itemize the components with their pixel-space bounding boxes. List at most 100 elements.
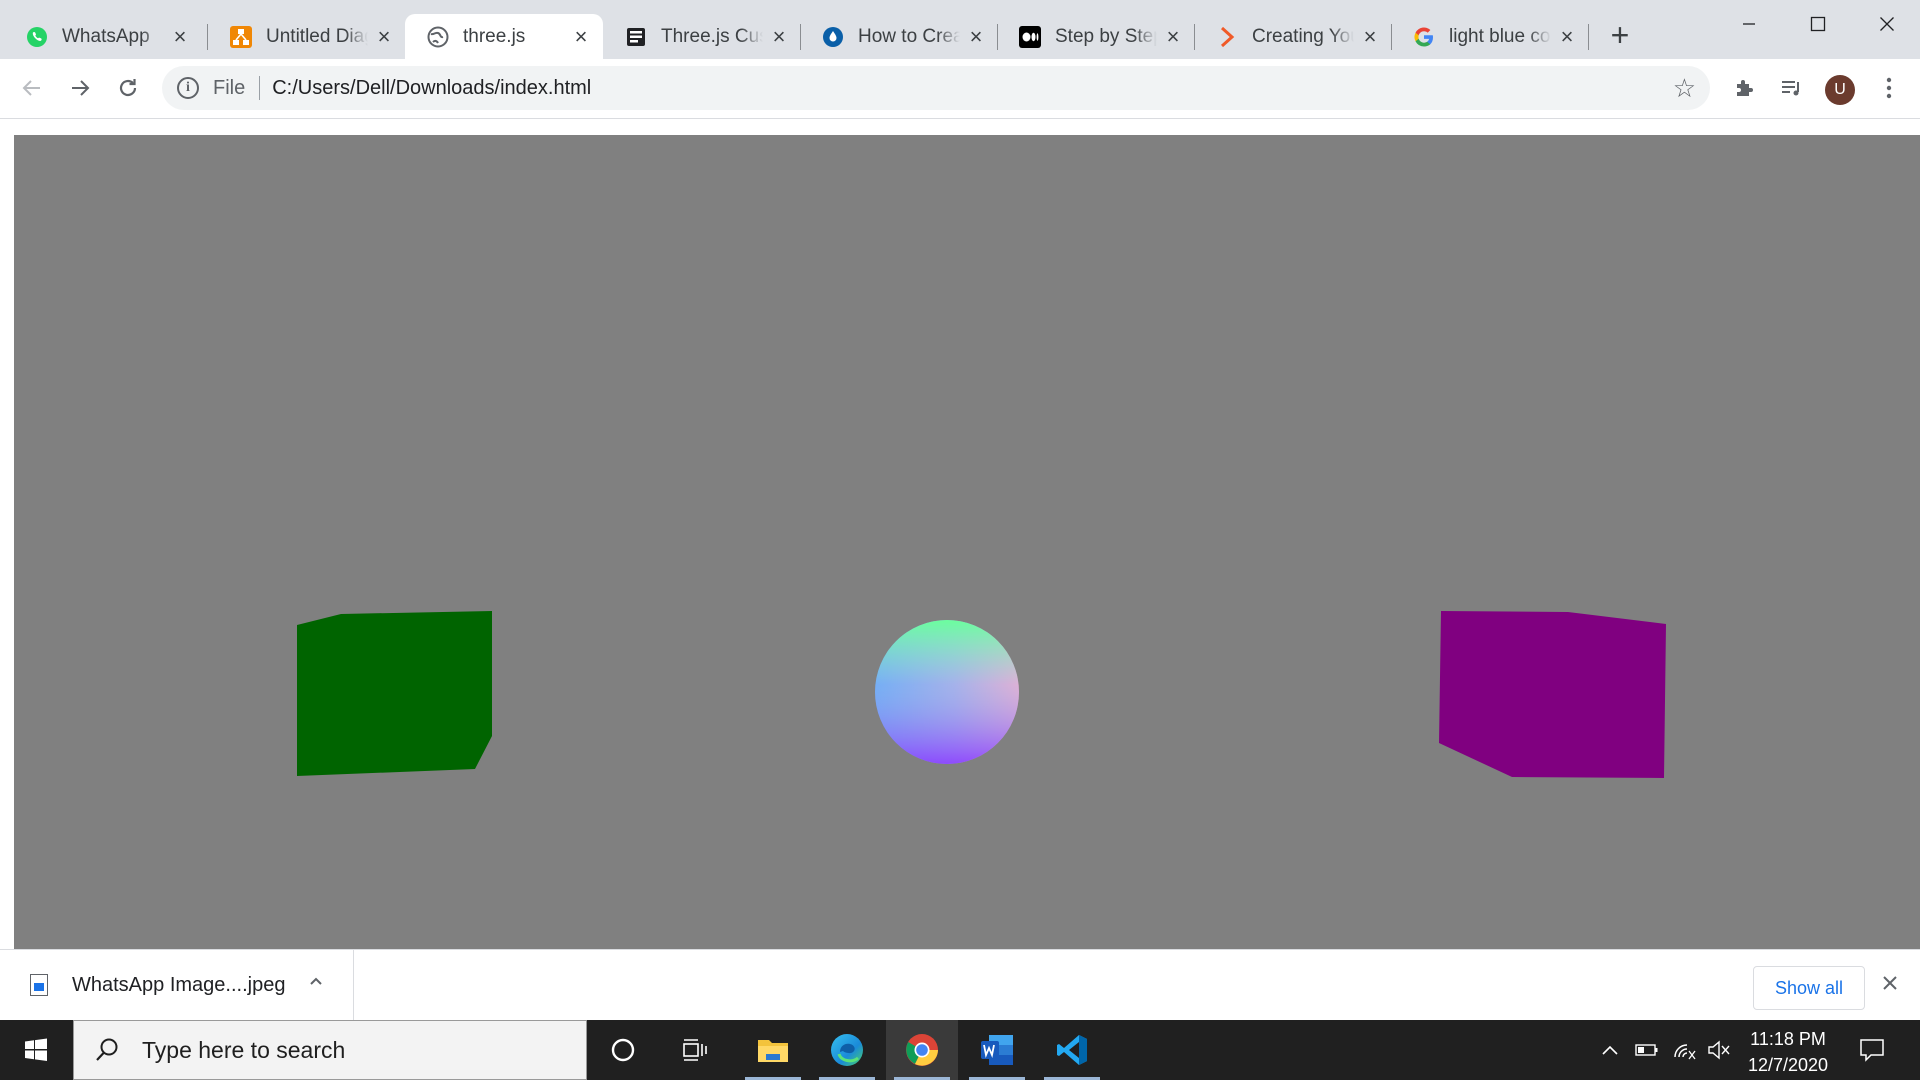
battery-icon xyxy=(1635,1044,1658,1056)
whatsapp-icon xyxy=(26,26,48,48)
avatar[interactable]: U xyxy=(1825,75,1855,105)
close-icon xyxy=(1880,17,1894,31)
file-explorer-app[interactable] xyxy=(737,1020,809,1080)
minimize-button[interactable] xyxy=(1724,4,1774,44)
threejs-canvas[interactable] xyxy=(14,135,1920,949)
tab-close-icon[interactable]: × xyxy=(769,25,789,47)
chevron-up-icon[interactable] xyxy=(308,972,324,995)
chevron-up-icon xyxy=(1602,1045,1618,1055)
info-icon[interactable]: i xyxy=(177,77,199,99)
tab-close-icon[interactable]: × xyxy=(571,25,591,47)
chrome-app[interactable] xyxy=(886,1020,958,1080)
download-shelf: WhatsApp Image....jpeg Show all xyxy=(0,949,1920,1020)
volume-muted-icon xyxy=(1708,1040,1730,1060)
tab-close-icon[interactable]: × xyxy=(170,25,190,47)
network-status[interactable] xyxy=(1670,1020,1700,1080)
tab-close-icon[interactable]: × xyxy=(1360,25,1380,47)
globe-icon xyxy=(427,26,449,48)
search-icon xyxy=(96,1038,118,1061)
show-all-button[interactable]: Show all xyxy=(1753,966,1865,1010)
minimize-icon xyxy=(1743,23,1755,25)
document-icon xyxy=(625,26,647,48)
media-controls-button[interactable] xyxy=(1772,69,1810,107)
tab-step-by-step[interactable]: Step by Step × xyxy=(997,14,1195,59)
tab-threejs-custom[interactable]: Three.js Custom × xyxy=(603,14,801,59)
vscode-icon xyxy=(1057,1035,1087,1065)
url-text[interactable]: C:/Users/Dell/Downloads/index.html xyxy=(272,77,591,100)
taskbar-search-input[interactable]: Type here to search xyxy=(73,1020,587,1080)
tab-title: light blue color xyxy=(1449,25,1551,47)
edge-icon xyxy=(831,1034,863,1066)
task-view-button[interactable] xyxy=(659,1020,731,1080)
back-button[interactable] xyxy=(12,68,52,108)
extensions-button[interactable] xyxy=(1726,69,1764,107)
google-icon xyxy=(1413,26,1435,48)
notification-icon xyxy=(1860,1039,1884,1062)
clock-time: 11:18 PM xyxy=(1750,1029,1826,1049)
word-app[interactable] xyxy=(961,1020,1033,1080)
download-file-name: WhatsApp Image....jpeg xyxy=(72,973,286,996)
medium-icon xyxy=(1019,25,1041,48)
browser-toolbar: i File C:/Users/Dell/Downloads/index.htm… xyxy=(0,59,1920,119)
tab-title: three.js xyxy=(463,25,526,47)
tab-title: Untitled Diagram xyxy=(266,25,368,47)
search-placeholder: Type here to search xyxy=(142,1036,346,1063)
menu-button[interactable] xyxy=(1870,69,1908,107)
download-item[interactable]: WhatsApp Image....jpeg xyxy=(0,950,354,1020)
tab-creating-your[interactable]: Creating Your × xyxy=(1194,14,1392,59)
tab-separator xyxy=(1588,24,1589,50)
kebab-menu-icon xyxy=(1886,77,1892,99)
drawio-icon xyxy=(230,25,252,48)
start-button[interactable] xyxy=(0,1020,72,1080)
image-file-icon xyxy=(30,974,48,996)
tab-threejs[interactable]: three.js × xyxy=(405,14,603,59)
cortana-circle-icon xyxy=(611,1038,635,1062)
puzzle-icon xyxy=(1737,80,1753,96)
close-icon[interactable] xyxy=(1882,972,1898,996)
vscode-app[interactable] xyxy=(1036,1020,1108,1080)
playlist-icon xyxy=(1782,81,1799,96)
tab-whatsapp[interactable]: WhatsApp × xyxy=(4,14,202,59)
tab-how-to-create[interactable]: How to Create × xyxy=(800,14,998,59)
purple-cube xyxy=(1439,611,1666,778)
tab-title: Step by Step xyxy=(1055,25,1157,47)
forward-button[interactable] xyxy=(60,68,100,108)
tab-untitled-diagram[interactable]: Untitled Diagram × xyxy=(208,14,406,59)
volume-status[interactable] xyxy=(1704,1020,1734,1080)
tab-close-icon[interactable]: × xyxy=(374,25,394,47)
drop-icon xyxy=(822,26,844,48)
scheme-label: File xyxy=(213,76,246,99)
taskbar-clock[interactable]: 11:18 PM 12/7/2020 xyxy=(1740,1026,1836,1078)
edge-app[interactable] xyxy=(811,1020,883,1080)
windows-logo-icon xyxy=(25,1038,47,1061)
tab-title: Three.js Custom xyxy=(661,25,763,47)
wifi-icon xyxy=(1674,1044,1696,1060)
green-cube xyxy=(297,611,492,776)
tab-strip: WhatsApp × Untitled Diagram × three.js ×… xyxy=(0,0,1920,59)
windows-taskbar: Type here to search 11:18 PM 12/7/2020 xyxy=(0,1020,1920,1080)
chevron-logo-icon xyxy=(1216,26,1238,48)
action-center-button[interactable] xyxy=(1854,1020,1890,1080)
tab-title: Creating Your xyxy=(1252,25,1354,47)
folder-icon xyxy=(758,1040,788,1062)
gradient-sphere xyxy=(875,620,1019,764)
reload-icon xyxy=(119,79,137,97)
tab-close-icon[interactable]: × xyxy=(1163,25,1183,47)
tab-title: WhatsApp xyxy=(62,25,150,47)
tab-close-icon[interactable]: × xyxy=(966,25,986,47)
bookmark-star-icon[interactable]: ☆ xyxy=(1673,75,1696,101)
battery-status[interactable] xyxy=(1632,1020,1662,1080)
reload-button[interactable] xyxy=(108,68,148,108)
page-viewport xyxy=(0,119,1920,949)
tab-title: How to Create xyxy=(858,25,960,47)
clock-date: 12/7/2020 xyxy=(1747,1055,1829,1075)
maximize-button[interactable] xyxy=(1793,4,1843,44)
chrome-icon xyxy=(906,1034,938,1066)
new-tab-button[interactable]: + xyxy=(1606,19,1634,51)
show-hidden-icons-button[interactable] xyxy=(1598,1020,1622,1080)
tab-light-blue-color[interactable]: light blue color × xyxy=(1391,14,1589,59)
tab-close-icon[interactable]: × xyxy=(1557,25,1577,47)
close-window-button[interactable] xyxy=(1862,4,1912,44)
cortana-button[interactable] xyxy=(587,1020,659,1080)
address-bar[interactable]: i File C:/Users/Dell/Downloads/index.htm… xyxy=(162,66,1710,110)
